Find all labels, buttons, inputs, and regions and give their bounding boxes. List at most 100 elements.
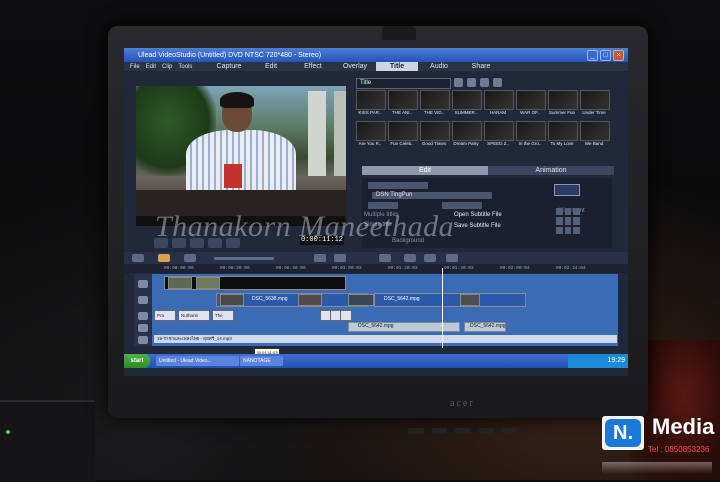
- system-tray-clock[interactable]: 19:29: [568, 354, 628, 368]
- audio-view-icon[interactable]: [184, 254, 196, 262]
- undo-icon[interactable]: [314, 254, 326, 262]
- library-thumb[interactable]: THE ANI..: [388, 90, 418, 118]
- save-subtitle-button[interactable]: Save Subtitle File: [454, 223, 501, 229]
- menu-tools[interactable]: Tools: [178, 64, 192, 70]
- minimize-icon[interactable]: _: [587, 50, 598, 61]
- align-icon[interactable]: [564, 217, 572, 225]
- music-clip[interactable]: 19-ราชาและเพลงไทย - ผุดศรี_14.mp3: [154, 335, 617, 343]
- library-thumb[interactable]: Summer Fun: [548, 90, 578, 118]
- color-swatch[interactable]: [554, 184, 580, 196]
- duration-field[interactable]: [368, 182, 428, 189]
- playhead[interactable]: [442, 268, 443, 348]
- library-thumb[interactable]: Dream Party: [452, 120, 482, 149]
- maximize-icon[interactable]: □: [600, 50, 611, 61]
- align-icon[interactable]: [573, 217, 580, 225]
- step-overlay[interactable]: Overlay: [334, 62, 376, 71]
- library-thumb[interactable]: Are You R..: [356, 120, 386, 149]
- start-button[interactable]: start: [124, 354, 150, 368]
- folder-icon[interactable]: [454, 78, 463, 87]
- auto-music-icon[interactable]: [424, 254, 436, 262]
- align-icon[interactable]: [556, 217, 563, 225]
- step-title[interactable]: Title: [376, 62, 418, 71]
- menu-edit[interactable]: Edit: [146, 64, 156, 70]
- webcam: [382, 26, 416, 40]
- monitor-brand: acer: [450, 398, 475, 409]
- step-edit[interactable]: Edit: [250, 62, 292, 71]
- music-track-icon[interactable]: [138, 336, 148, 344]
- align-icon[interactable]: [564, 226, 572, 234]
- view-icon[interactable]: [493, 78, 502, 87]
- align-icon[interactable]: [573, 226, 580, 234]
- align-icon[interactable]: [564, 208, 572, 216]
- photographer-watermark: Thanakorn Maneethada: [155, 210, 455, 243]
- title-track-icon[interactable]: [138, 312, 148, 320]
- sort-icon[interactable]: [480, 78, 489, 87]
- logo-badge: N.: [602, 416, 644, 450]
- open-subtitle-button[interactable]: Open Subtitle File: [454, 212, 502, 218]
- clip-label: DSC_5638.mpg: [252, 296, 288, 302]
- redo-icon[interactable]: [334, 254, 346, 262]
- storyboard-view-icon[interactable]: [132, 254, 144, 262]
- library-thumb[interactable]: To My Love: [548, 120, 578, 149]
- logo-phone: Tel : 0850853236: [648, 445, 710, 454]
- step-share[interactable]: Share: [460, 62, 502, 71]
- video-track-icon[interactable]: [138, 280, 148, 288]
- align-icon[interactable]: [556, 208, 563, 216]
- thumb-label: THE VID..: [423, 110, 445, 115]
- step-audio[interactable]: Audio: [418, 62, 460, 71]
- mixer-icon[interactable]: [404, 254, 416, 262]
- overlay-track-icon[interactable]: [138, 296, 148, 304]
- tab-animation[interactable]: Animation: [488, 166, 614, 175]
- taskbar: start Untitled - Ulead Video... NANOTAGE…: [124, 354, 628, 368]
- close-icon[interactable]: ×: [613, 50, 624, 61]
- step-capture[interactable]: Capture: [208, 62, 250, 71]
- thumb-label: Under Time: [582, 110, 606, 115]
- tab-edit[interactable]: Edit: [362, 166, 488, 175]
- taskbar-item[interactable]: NANOTAGE: [240, 356, 283, 366]
- library-thumb[interactable]: We Band: [580, 120, 610, 149]
- overlay-thumbnail: [460, 294, 480, 306]
- clip-label: DSC_5642.mpg: [384, 296, 420, 302]
- title-clip[interactable]: The: [212, 310, 234, 321]
- logo-reflection: [602, 462, 712, 474]
- title-clip[interactable]: [340, 310, 352, 321]
- menu-file[interactable]: File: [130, 64, 140, 70]
- title-clip[interactable]: Pra: [154, 310, 176, 321]
- thumb-label: Are You R..: [358, 140, 382, 146]
- library-thumb[interactable]: In the Gro..: [516, 120, 546, 149]
- align-icon[interactable]: [573, 208, 580, 216]
- library-thumb[interactable]: Under Time: [580, 90, 610, 118]
- taskbar-item[interactable]: Untitled - Ulead Video...: [156, 356, 239, 366]
- library-dropdown[interactable]: Title: [356, 78, 451, 89]
- library-thumb[interactable]: SUMMER..: [452, 90, 482, 118]
- library-thumb[interactable]: Good Times: [420, 120, 450, 149]
- ruler-tick: 00:00:40:00: [276, 266, 306, 271]
- library-thumb[interactable]: Fun Celeb..: [388, 120, 418, 149]
- record-icon[interactable]: [379, 254, 391, 262]
- title-clip[interactable]: Nuthanit: [178, 310, 210, 321]
- preview-can: [224, 164, 242, 188]
- step-effect[interactable]: Effect: [292, 62, 334, 71]
- alignment-grid: [556, 208, 580, 234]
- menu-clip[interactable]: Clip: [162, 64, 172, 70]
- zoom-slider[interactable]: [214, 257, 274, 260]
- library-thumb[interactable]: HARAM: [484, 90, 514, 118]
- clip-label: DSC_5642.mpg: [358, 323, 394, 329]
- ruler-tick: 00:01:00:02: [332, 266, 362, 271]
- library-thumb[interactable]: SPEED Z..: [484, 120, 514, 149]
- size-field[interactable]: [368, 202, 398, 209]
- timeline[interactable]: DSC_5638.mpg DSC_5642.mpg Pra Nuthanit T…: [134, 274, 618, 346]
- library-thumb[interactable]: THE VID..: [420, 90, 450, 118]
- library-thumb[interactable]: WAR OF..: [516, 90, 546, 118]
- voice-track-icon[interactable]: [138, 324, 148, 332]
- library-thumb[interactable]: KISS PAR..: [356, 90, 386, 118]
- import-icon[interactable]: [467, 78, 476, 87]
- chapter-icon[interactable]: [446, 254, 458, 262]
- line-spacing-field[interactable]: [442, 202, 482, 209]
- thumb-label: Fun Celeb..: [390, 140, 414, 146]
- preview-person-hair: [220, 92, 254, 108]
- options-tabs: Edit Animation: [362, 166, 614, 175]
- timeline-view-icon[interactable]: [158, 254, 170, 262]
- align-icon[interactable]: [556, 226, 563, 234]
- thumb-label: SPEED Z..: [487, 140, 509, 146]
